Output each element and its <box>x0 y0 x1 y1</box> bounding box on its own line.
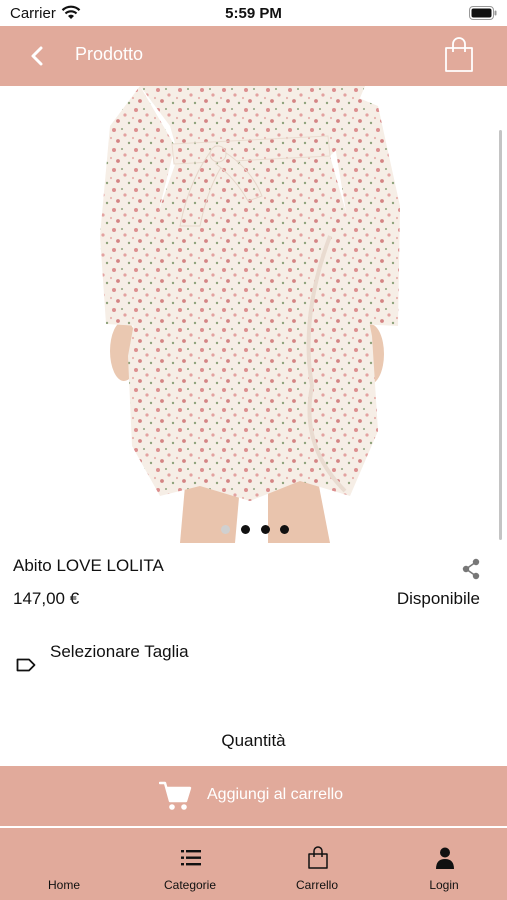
carousel-dot[interactable] <box>261 525 270 534</box>
product-price: 147,00 € <box>13 589 80 608</box>
carousel-dots[interactable] <box>221 525 291 535</box>
carousel-dot[interactable] <box>221 525 230 534</box>
size-selector[interactable]: Selezionare Taglia <box>50 642 189 662</box>
status-time: 5:59 PM <box>225 5 282 22</box>
scroll-indicator[interactable] <box>499 130 502 540</box>
tab-label: Categorie <box>163 878 217 892</box>
shopping-bag-icon[interactable] <box>444 37 474 73</box>
add-to-cart-label: Aggiungi al carrello <box>207 786 344 803</box>
dress-photo <box>100 86 400 543</box>
product-image[interactable] <box>0 86 507 543</box>
quantity-label: Quantità <box>221 731 286 750</box>
tab-carrello[interactable]: Carrello <box>262 828 372 900</box>
tab-label: Login <box>429 878 459 892</box>
tab-categorie[interactable]: Categorie <box>135 828 245 900</box>
tab-home[interactable]: Home <box>9 828 119 900</box>
list-icon <box>181 850 201 866</box>
add-to-cart-button[interactable]: Aggiungi al carrello <box>0 766 507 826</box>
app-header: Prodotto <box>0 26 507 86</box>
carousel-dot[interactable] <box>280 525 289 534</box>
cart-icon <box>159 781 192 810</box>
status-bar: Carrier 5:59 PM <box>0 0 507 26</box>
tab-bar: Home Categorie Carrello Login <box>0 828 507 900</box>
page-title: Prodotto <box>75 44 144 64</box>
tag-icon <box>16 658 36 672</box>
bag-icon <box>308 846 328 869</box>
user-icon <box>436 847 454 869</box>
product-name: Abito LOVE LOLITA <box>13 556 164 575</box>
tab-login[interactable]: Login <box>389 828 499 900</box>
battery-icon <box>469 6 497 20</box>
share-icon[interactable] <box>460 558 482 580</box>
tab-label: Home <box>47 878 80 892</box>
tab-label: Carrello <box>295 878 338 892</box>
carousel-dot[interactable] <box>241 525 250 534</box>
back-button[interactable] <box>24 42 52 70</box>
availability-status: Disponibile <box>396 589 480 608</box>
